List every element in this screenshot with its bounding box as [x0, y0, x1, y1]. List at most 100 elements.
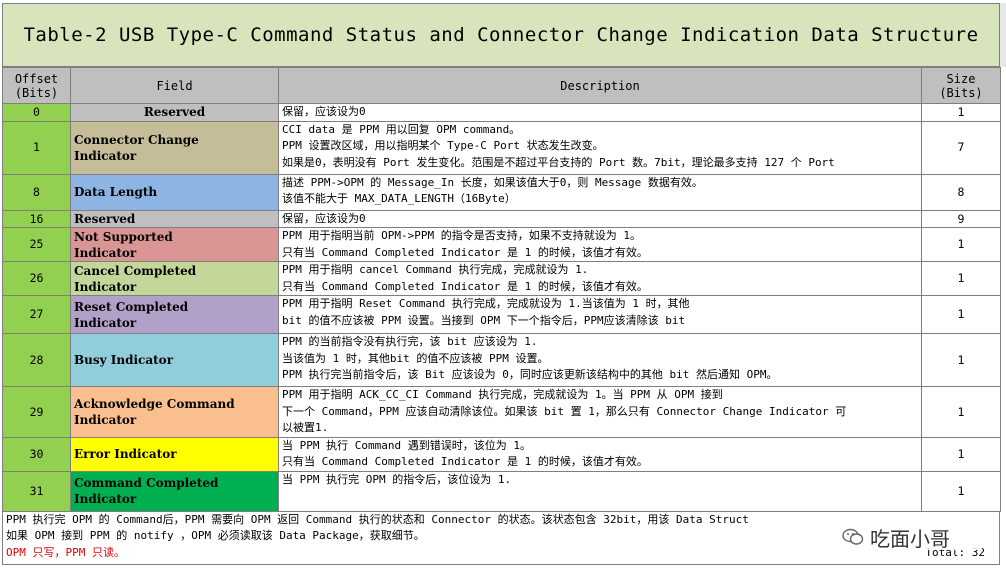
- description-line: CCI data 是 PPM 用以回复 OPM command。: [282, 122, 521, 136]
- field-name-line: Indicator: [74, 245, 137, 260]
- size-cell: 1: [921, 103, 1001, 122]
- size-header: Size (Bits): [921, 67, 1001, 104]
- data-structure-table: Offset (Bits) Field Description Size (Bits…: [2, 67, 1001, 512]
- field-name-line: Indicator: [74, 279, 137, 294]
- offset-cell: 30: [2, 436, 71, 472]
- description-line: PPM 设置改区域，用以指明某个 Type-C Port 状态发生改变。: [282, 139, 604, 152]
- field-cell: Not Supported Indicator: [70, 227, 279, 262]
- description-line: 该值不能大于 MAX_DATA_LENGTH（16Byte）: [282, 192, 516, 205]
- size-cell: 1: [921, 386, 1001, 438]
- field-cell: Reset Completed Indicator: [70, 295, 279, 334]
- description-line: 保留，应该设为0: [282, 211, 366, 225]
- field-cell: Data Length: [70, 173, 279, 211]
- offset-cell: 8: [2, 173, 71, 211]
- description-cell: PPM 的当前指令没有执行完，该 bit 应该设为 1. 当该值为 1 时，其他b…: [278, 333, 922, 387]
- size-cell: 8: [921, 173, 1001, 211]
- document-sheet: Table-2 USB Type-C Command Status and Co…: [2, 3, 1001, 565]
- size-cell: 7: [921, 120, 1001, 175]
- offset-cell: 25: [2, 227, 71, 262]
- field-cell: Acknowledge Command Indicator: [70, 386, 279, 438]
- table-title: Table-2 USB Type-C Command Status and Co…: [2, 3, 1000, 67]
- offset-cell: 29: [2, 386, 71, 438]
- field-cell: Reserved: [70, 209, 279, 228]
- size-cell: 1: [921, 436, 1001, 472]
- field-name-line: Indicator: [74, 492, 137, 506]
- description-header: Description: [278, 67, 922, 104]
- field-name-line: Busy Indicator: [74, 353, 174, 367]
- field-name-line: Acknowledge Command: [74, 396, 235, 411]
- description-cell: PPM 用于指明 ACK_CC_CI Command 执行完成，完成就设为 1。…: [278, 386, 922, 438]
- description-line: PPM 用于指明当前 OPM->PPM 的指令是否支持，如果不支持就设为 1。: [282, 229, 641, 242]
- size-cell: 1: [921, 333, 1001, 387]
- offset-cell: 31: [2, 470, 71, 512]
- size-cell: 1: [921, 470, 1001, 512]
- table-row: 29 Acknowledge Command Indicator PPM 用于指明 A…: [2, 386, 1001, 438]
- description-line: 当该值为 1 时，其他bit 的值不应该被 PPM 设置。: [282, 351, 549, 365]
- field-cell: Command Completed Indicator: [70, 470, 279, 512]
- field-name-line: Indicator: [74, 148, 137, 163]
- table-row: 30 Error Indicator 当 PPM 执行 Command 遇到错误时，…: [2, 436, 1001, 472]
- description-cell: 当 PPM 执行完 OPM 的指令后，该位设为 1.: [278, 470, 922, 512]
- description-line: PPM 执行完当前指令后，该 Bit 应该设为 0，同时应该更新该结构中的其他 …: [282, 368, 778, 381]
- field-name-line: Command Completed: [74, 476, 219, 490]
- description-cell: PPM 用于指明 Reset Command 执行完成，完成就设为 1.当该值为…: [278, 295, 922, 334]
- table-row: 8 Data Length 描述 PPM->OPM 的 Message_In 长度，…: [2, 173, 1001, 211]
- description-line: 只有当 Command Completed Indicator 是 1 的时候，…: [282, 455, 648, 468]
- table-row: 0 Reserved 保留，应该设为0 1: [2, 103, 1001, 122]
- description-line: 保留，应该设为0: [282, 105, 366, 118]
- description-line: bit 的值不应该被 PPM 设置。当接到 OPM 下一个指令后，PPM应该清除…: [282, 313, 686, 327]
- field-name-line: Reserved: [143, 105, 206, 120]
- table-row: 25 Not Supported Indicator PPM 用于指明当前 OPM->…: [2, 227, 1001, 262]
- description-line: PPM 的当前指令没有执行完，该 bit 应该设为 1.: [282, 335, 538, 348]
- description-line: 下一个 Command，PPM 应该自动清除该位。如果该 bit 置 1，那么只…: [282, 404, 847, 418]
- offset-cell: 1: [2, 120, 71, 175]
- offset-cell: 27: [2, 295, 71, 334]
- header-row: Offset (Bits) Field Description Size (Bits…: [2, 67, 1001, 104]
- table-row: 1 Connector Change Indicator CCI data 是 PPM…: [2, 120, 1001, 175]
- description-line: PPM 用于指明 cancel Command 执行完成，完成就设为 1.: [282, 263, 589, 276]
- description-line: 只有当 Command Completed Indicator 是 1 的时候，…: [282, 279, 648, 293]
- field-name-line: Connector Change: [74, 132, 199, 147]
- size-cell: 9: [921, 209, 1001, 228]
- description-line: 当 PPM 执行 Command 遇到错误时，该位为 1。: [282, 438, 531, 452]
- field-name-line: Indicator: [74, 412, 137, 427]
- offset-cell: 16: [2, 209, 71, 228]
- table-row: 27 Reset Completed Indicator PPM 用于指明 Reset…: [2, 295, 1001, 334]
- description-line: PPM 用于指明 Reset Command 执行完成，完成就设为 1.当该值为…: [282, 297, 690, 310]
- description-line: 只有当 Command Completed Indicator 是 1 的时候，…: [282, 245, 648, 259]
- field-cell: Busy Indicator: [70, 333, 279, 387]
- description-cell: PPM 用于指明 cancel Command 执行完成，完成就设为 1. 只有当…: [278, 261, 922, 296]
- field-name-line: Reset Completed: [74, 299, 189, 314]
- table-row: 28 Busy Indicator PPM 的当前指令没有执行完，该 bit 应该设…: [2, 333, 1001, 387]
- description-cell: PPM 用于指明当前 OPM->PPM 的指令是否支持，如果不支持就设为 1。只…: [278, 227, 922, 262]
- field-name-line: Indicator: [74, 315, 137, 330]
- description-cell: 描述 PPM->OPM 的 Message_In 长度，如果该值大于0，则 Me…: [278, 173, 922, 211]
- watermark: 吃面小哥: [842, 524, 982, 551]
- description-cell: 保留，应该设为0: [278, 103, 922, 122]
- field-cell: Error Indicator: [70, 436, 279, 472]
- description-cell: 当 PPM 执行 Command 遇到错误时，该位为 1。只有当 Command…: [278, 436, 922, 472]
- scrollbar-stub: [1000, 3, 1006, 67]
- field-name-line: Reserved: [74, 211, 136, 226]
- table-row: 16 Reserved 保留，应该设为0 9: [2, 209, 1001, 228]
- offset-cell: 0: [2, 103, 71, 122]
- description-line: PPM 用于指明 ACK_CC_CI Command 执行完成，完成就设为 1。…: [282, 388, 723, 401]
- table-row: 26 Cancel Completed Indicator PPM 用于指明 canc…: [2, 261, 1001, 296]
- description-cell: CCI data 是 PPM 用以回复 OPM command。 PPM 设置改区…: [278, 120, 922, 175]
- size-cell: 1: [921, 295, 1001, 334]
- offset-cell: 28: [2, 333, 71, 387]
- description-line: 当 PPM 执行完 OPM 的指令后，该位设为 1.: [282, 472, 512, 486]
- field-cell: Cancel Completed Indicator: [70, 261, 279, 296]
- description-cell: 保留，应该设为0: [278, 209, 922, 228]
- field-name-line: Error Indicator: [74, 447, 177, 461]
- watermark-text: 吃面小哥: [870, 526, 950, 551]
- size-cell: 1: [921, 261, 1001, 296]
- field-name-line: Data Length: [74, 185, 158, 199]
- field-cell: Connector Change Indicator: [70, 120, 279, 175]
- description-line: 描述 PPM->OPM 的 Message_In 长度，如果该值大于0，则 Me…: [282, 175, 703, 189]
- table-row: 31 Command Completed Indicator 当 PPM 执行完 OP…: [2, 470, 1001, 512]
- field-cell: Reserved: [70, 103, 279, 122]
- description-line: 以被置1.: [282, 421, 329, 434]
- description-line: 如果是0，表明没有 Port 发生变化。范围是不超过平台支持的 Port 数。7…: [282, 155, 835, 169]
- size-cell: 1: [921, 227, 1001, 262]
